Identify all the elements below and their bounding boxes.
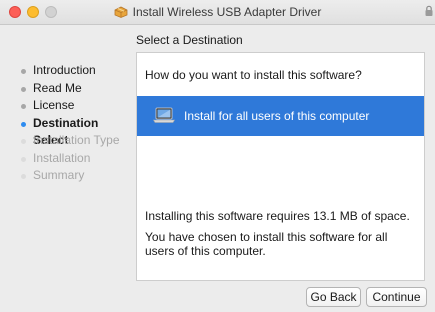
step-bullet <box>21 86 26 92</box>
step-read-me: Read Me <box>0 80 136 98</box>
install-for-all-users-option[interactable]: Install for all users of this computer <box>137 96 424 136</box>
step-destination-select: Destination Select <box>0 115 136 147</box>
install-choice-text: You have chosen to install this software… <box>145 230 388 258</box>
window-title-area: Install Wireless USB Adapter Driver <box>0 0 435 24</box>
step-label: Installation Type <box>33 133 120 147</box>
step-label: License <box>33 98 75 112</box>
option-label: Install for all users of this computer <box>184 109 370 123</box>
step-label: Read Me <box>33 80 82 95</box>
step-bullet <box>21 104 26 109</box>
laptop-icon <box>153 107 175 123</box>
lock-icon <box>425 5 433 16</box>
step-label: Introduction <box>33 63 96 77</box>
step-introduction: Introduction <box>0 62 136 80</box>
step-installation-type: Installation Type <box>0 132 136 150</box>
space-required-text: Installing this software requires 13.1 M… <box>145 209 410 223</box>
step-bullet <box>21 121 26 127</box>
install-question: How do you want to install this software… <box>145 68 362 82</box>
step-summary: Summary <box>0 167 136 185</box>
step-bullet <box>21 69 26 74</box>
step-installation: Installation <box>0 150 136 168</box>
page-subtitle: Select a Destination <box>136 33 243 47</box>
installer-window: Install Wireless USB Adapter Driver Sele… <box>0 0 435 312</box>
steps-sidebar: Introduction Read Me License Destination… <box>0 62 136 185</box>
destination-panel: How do you want to install this software… <box>136 52 425 281</box>
window-title: Install Wireless USB Adapter Driver <box>132 5 322 19</box>
continue-button[interactable]: Continue <box>366 287 427 307</box>
step-label: Summary <box>33 168 85 182</box>
go-back-button[interactable]: Go Back <box>306 287 361 307</box>
step-license: License <box>0 97 136 115</box>
step-bullet <box>21 174 26 179</box>
step-bullet <box>21 139 26 144</box>
title-bar: Install Wireless USB Adapter Driver <box>0 0 435 25</box>
step-label: Installation <box>33 150 91 165</box>
package-icon <box>114 6 128 18</box>
step-bullet <box>21 156 26 162</box>
